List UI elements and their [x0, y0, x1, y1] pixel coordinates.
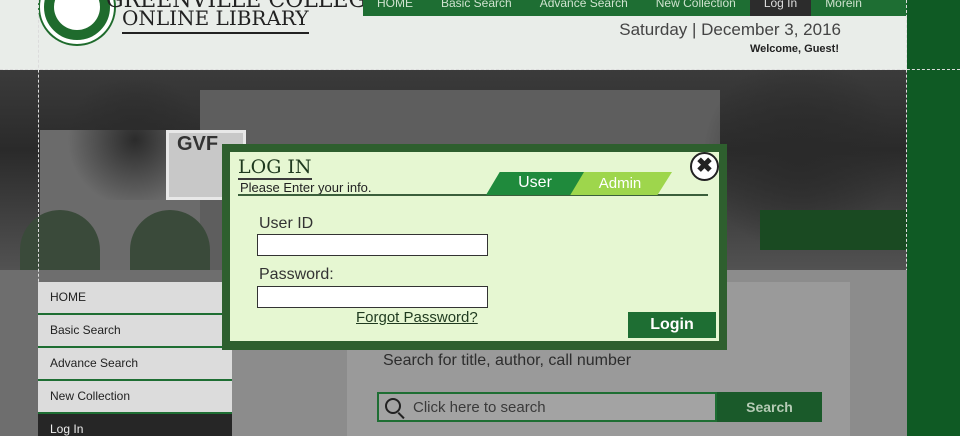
forgot-password-link[interactable]: Forgot Password?: [356, 309, 478, 326]
topnav-more[interactable]: Morein: [811, 0, 876, 16]
search-placeholder: Click here to search: [413, 399, 546, 416]
building-green-band: [760, 210, 907, 250]
sidebar-item-log-in[interactable]: Log In: [38, 414, 232, 436]
welcome-message: Welcome, Guest!: [749, 43, 839, 55]
close-icon[interactable]: ✖: [690, 152, 719, 181]
site-subtitle: ONLINE LIBRARY: [122, 6, 309, 34]
topnav-log-in[interactable]: Log In: [749, 0, 812, 16]
search-hint: Search for title, author, call number: [383, 352, 632, 369]
password-label: Password:: [259, 266, 334, 283]
search-icon: [385, 398, 401, 414]
login-title: LOG IN: [238, 156, 312, 180]
topnav-basic-search[interactable]: Basic Search: [427, 0, 526, 16]
sidebar-item-home[interactable]: HOME: [38, 282, 232, 315]
sidebar-item-new-collection[interactable]: New Collection: [38, 381, 232, 414]
logo-emblem-icon: [54, 0, 100, 30]
right-green-strip: [907, 0, 960, 436]
sidebar-menu: HOME Basic Search Advance Search New Col…: [38, 282, 232, 436]
login-modal: LOG IN Please Enter your info. Admin Use…: [222, 144, 727, 350]
search-button[interactable]: Search: [717, 392, 822, 422]
college-logo: [40, 0, 114, 44]
login-type-tabs: Admin User: [486, 172, 686, 195]
userid-field[interactable]: [257, 234, 488, 256]
login-button[interactable]: Login: [628, 312, 716, 338]
login-subtitle: Please Enter your info.: [240, 180, 372, 195]
dashed-guide-horizontal: [0, 69, 960, 70]
tab-user[interactable]: User: [486, 172, 584, 195]
sidebar-item-advance-search[interactable]: Advance Search: [38, 348, 232, 381]
topnav-advance-search[interactable]: Advance Search: [526, 0, 642, 16]
top-navigation: HOME Basic Search Advance Search New Col…: [363, 0, 907, 16]
search-input[interactable]: Click here to search: [377, 392, 717, 422]
sidebar-item-basic-search[interactable]: Basic Search: [38, 315, 232, 348]
login-modal-body: LOG IN Please Enter your info. Admin Use…: [230, 152, 719, 341]
topnav-home[interactable]: HOME: [363, 0, 427, 16]
site-header: GREENVILLE COLLEGE ONLINE LIBRARY HOME B…: [0, 0, 907, 70]
userid-label: User ID: [259, 215, 314, 232]
current-date: Saturday | December 3, 2016: [619, 20, 841, 39]
password-field[interactable]: [257, 286, 488, 308]
tab-admin[interactable]: Admin: [568, 172, 672, 195]
page: GREENVILLE COLLEGE ONLINE LIBRARY HOME B…: [0, 0, 960, 436]
topnav-new-collection[interactable]: New Collection: [642, 0, 750, 16]
